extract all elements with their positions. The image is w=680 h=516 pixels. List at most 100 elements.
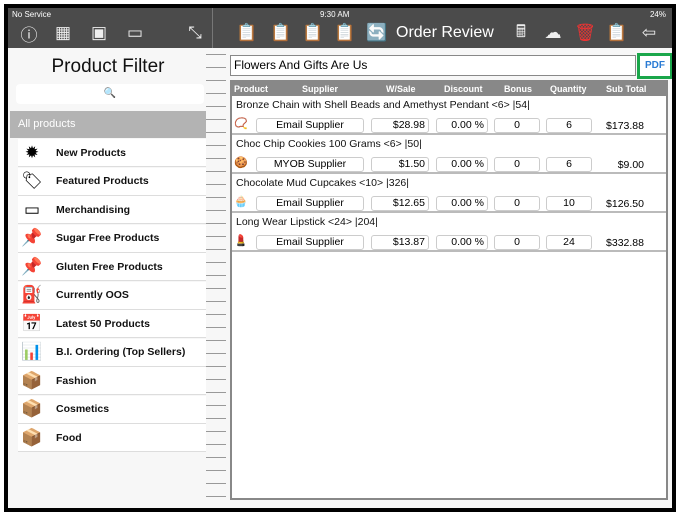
product-name: Chocolate Mud Cupcakes <10> |326|: [236, 177, 409, 189]
supplier-button[interactable]: MYOB Supplier: [256, 157, 364, 172]
filter-item[interactable]: 📦 Cosmetics: [18, 395, 206, 424]
col-quantity: Quantity: [550, 84, 587, 94]
product-filter-panel: Product Filter 🔍 All products ✹ New Produ…: [10, 48, 206, 508]
filter-item[interactable]: 📦 Food: [18, 424, 206, 452]
spiral-binding: [206, 48, 226, 508]
bonus-field[interactable]: 0: [494, 157, 540, 172]
clipboard-add-icon[interactable]: 📋: [270, 22, 292, 44]
wsale-field[interactable]: $1.50: [371, 157, 429, 172]
pin-icon: 📌: [21, 256, 43, 276]
filter-item-label: Cosmetics: [56, 403, 110, 415]
col-wsale: W/Sale: [386, 84, 416, 94]
calendar-icon: 📅: [21, 313, 43, 333]
filter-item-label: Latest 50 Products: [56, 317, 150, 330]
table-row: Choc Chip Cookies 100 Grams <6> |50| 🍪 M…: [232, 135, 666, 174]
filter-item[interactable]: 📊 B.I. Ordering (Top Sellers): [18, 338, 206, 367]
supplier-name-field[interactable]: Flowers And Gifts Are Us: [230, 55, 636, 76]
table-row: Long Wear Lipstick <24> |204| 💄 Email Su…: [232, 213, 666, 252]
discount-field[interactable]: 0.00 %: [436, 118, 488, 133]
filter-item-label: Featured Products: [56, 175, 149, 187]
filter-title: Product Filter: [51, 56, 165, 77]
product-thumbnail: 🧁: [234, 196, 248, 208]
table-header: Product Supplier W/Sale Discount Bonus Q…: [232, 82, 666, 96]
quantity-field[interactable]: 6: [546, 118, 592, 133]
filter-all-products[interactable]: All products: [10, 111, 206, 138]
table-row: Bronze Chain with Shell Beads and Amethy…: [232, 96, 666, 135]
subtotal: $9.00: [617, 159, 644, 171]
presentation-icon[interactable]: ▭: [124, 22, 146, 44]
filter-item-label: Food: [56, 431, 82, 444]
clipboard-sync-icon[interactable]: 🔄: [366, 22, 388, 44]
filter-item-label: Sugar Free Products: [56, 232, 160, 244]
back-arrow-icon[interactable]: ⇦: [638, 22, 660, 44]
clipboard-sale-icon[interactable]: 📋: [302, 22, 324, 44]
product-thumbnail: 📿: [234, 118, 248, 130]
hanging-sign-icon: ▭: [23, 199, 41, 219]
bonus-field[interactable]: 0: [494, 196, 540, 211]
top-bar: No Service 9:30 AM 24% ⓘ ▦ ▣ ▭ ⤡ 📋 📋 📋 📋…: [8, 8, 672, 48]
package-icon: 📦: [21, 427, 43, 447]
resize-icon[interactable]: ⤡: [184, 22, 206, 44]
pdf-button[interactable]: PDF: [637, 53, 672, 79]
store-icon[interactable]: ▦: [52, 22, 74, 44]
quantity-field[interactable]: 10: [546, 196, 592, 211]
trash-icon[interactable]: 🗑: [574, 22, 596, 44]
col-product: Product: [234, 84, 269, 94]
filter-item-label: Currently OOS: [56, 289, 129, 301]
filter-item[interactable]: 📌 Sugar Free Products: [18, 224, 206, 253]
quantity-field[interactable]: 6: [546, 157, 592, 172]
table-row: Chocolate Mud Cupcakes <10> |326| 🧁 Emai…: [232, 174, 666, 213]
discount-field[interactable]: 0.00 %: [436, 157, 488, 172]
battery: 24%: [649, 10, 666, 19]
discount-field[interactable]: 0.00 %: [436, 196, 488, 211]
package-icon: 📦: [21, 399, 43, 418]
pin-icon: 📌: [21, 228, 43, 247]
filter-item[interactable]: ✹ New Products: [18, 139, 206, 167]
info-icon[interactable]: ⓘ: [18, 22, 40, 45]
tag-icon: 🏷: [21, 171, 43, 190]
filter-item[interactable]: 📦 Fashion: [18, 367, 206, 395]
bar-chart-icon: 📊: [21, 342, 43, 361]
search-input[interactable]: 🔍: [16, 84, 204, 104]
discount-field[interactable]: 0.00 %: [436, 235, 488, 250]
filter-item-label: Merchandising: [56, 203, 131, 216]
supplier-button[interactable]: Email Supplier: [256, 196, 364, 211]
clipboard-edit-icon[interactable]: 📋: [236, 22, 258, 44]
supplier-button[interactable]: Email Supplier: [256, 235, 364, 250]
product-thumbnail: 🍪: [234, 157, 248, 169]
order-panel: Flowers And Gifts Are Us PDF Product Sup…: [226, 48, 672, 508]
fuel-gauge-icon: ⛽: [21, 285, 43, 304]
filter-item[interactable]: ⛽ Currently OOS: [18, 281, 206, 310]
product-thumbnail: 💄: [234, 235, 248, 247]
clipboard-calculator-icon[interactable]: 📋: [334, 22, 356, 44]
divider: [212, 8, 213, 48]
page-title: Order Review: [396, 24, 494, 41]
calculator-icon[interactable]: 🖩: [510, 22, 532, 44]
bonus-field[interactable]: 0: [494, 235, 540, 250]
bonus-field[interactable]: 0: [494, 118, 540, 133]
filter-item[interactable]: 🏷 Featured Products: [18, 167, 206, 196]
clipboard-icon[interactable]: 📋: [606, 22, 628, 44]
filter-item-label: Gluten Free Products: [56, 260, 163, 273]
cloud-upload-icon[interactable]: ☁: [542, 22, 564, 44]
box-icon[interactable]: ▣: [88, 22, 110, 44]
col-subtotal: Sub Total: [606, 84, 647, 94]
filter-item[interactable]: ▭ Merchandising: [18, 196, 206, 224]
wsale-field[interactable]: $28.98: [371, 118, 429, 133]
subtotal: $173.88: [606, 120, 644, 132]
quantity-field[interactable]: 24: [546, 235, 592, 250]
filter-item[interactable]: 📌 Gluten Free Products: [18, 253, 206, 281]
filter-item-label: Fashion: [56, 374, 97, 387]
wsale-field[interactable]: $13.87: [371, 235, 429, 250]
supplier-button[interactable]: Email Supplier: [256, 118, 364, 133]
filter-item[interactable]: 📅 Latest 50 Products: [18, 310, 206, 338]
col-discount: Discount: [444, 84, 483, 94]
product-name: Choc Chip Cookies 100 Grams <6> |50|: [236, 138, 422, 150]
subtotal: $332.88: [606, 237, 644, 249]
wsale-field[interactable]: $12.65: [371, 196, 429, 211]
product-name: Long Wear Lipstick <24> |204|: [236, 216, 378, 228]
subtotal: $126.50: [606, 198, 644, 210]
filter-item-label: B.I. Ordering (Top Sellers): [56, 346, 186, 358]
package-icon: 📦: [21, 370, 43, 390]
clock: 9:30 AM: [320, 10, 350, 19]
